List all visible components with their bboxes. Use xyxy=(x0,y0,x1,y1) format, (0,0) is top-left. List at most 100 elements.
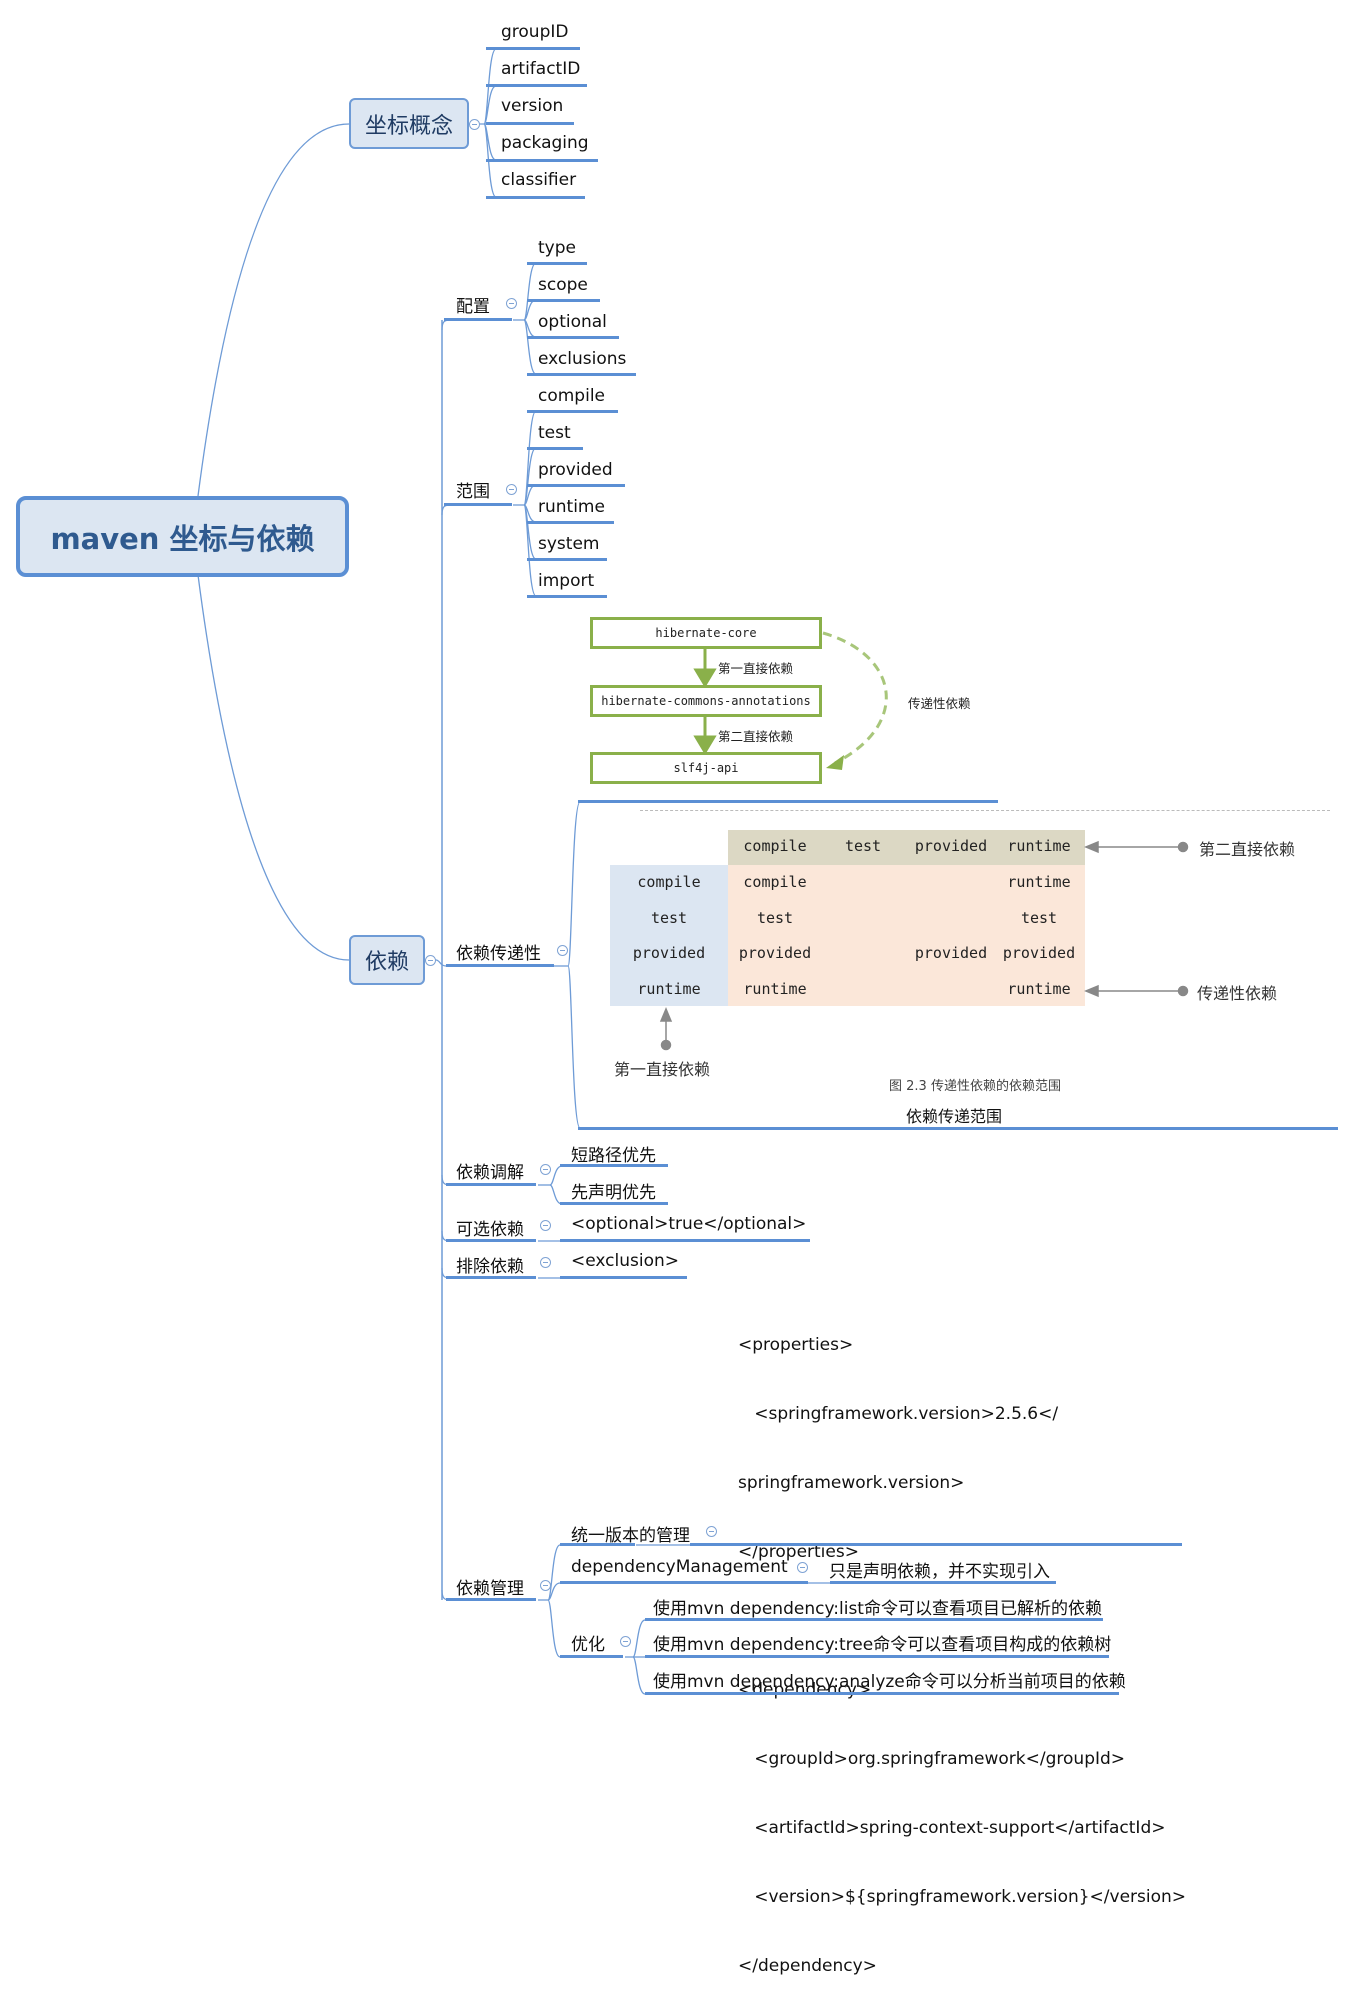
leaf-exclusions[interactable]: exclusions xyxy=(538,349,626,369)
arrowhead-icon xyxy=(693,735,717,755)
collapse-icon[interactable] xyxy=(540,1164,551,1175)
label-transitive: 传递性依赖 xyxy=(908,696,971,711)
leaf-dependency-management[interactable]: dependencyManagement xyxy=(571,1557,788,1577)
leaf-test[interactable]: test xyxy=(538,423,571,443)
underline xyxy=(527,595,607,598)
collapse-icon[interactable] xyxy=(506,484,517,495)
leaf-system[interactable]: system xyxy=(538,534,599,554)
leaf-exclusion-tag[interactable]: <exclusion> xyxy=(571,1251,679,1271)
underline xyxy=(560,1239,810,1242)
underline xyxy=(578,800,998,803)
leaf-groupid[interactable]: groupID xyxy=(501,22,568,42)
underline xyxy=(645,1618,1103,1621)
underline xyxy=(560,1581,808,1584)
underline xyxy=(486,84,587,87)
underline xyxy=(560,1655,623,1658)
arrow-transitive xyxy=(822,631,888,765)
arrowhead-icon xyxy=(826,755,844,770)
transitivity-caption: 依赖传递范围 xyxy=(906,1107,1003,1126)
underline xyxy=(645,1692,1119,1695)
underline xyxy=(527,410,618,413)
leaf-mvn-analyze[interactable]: 使用mvn dependency:analyze命令可以分析当前项目的依赖 xyxy=(653,1667,1126,1692)
subtopic-optional[interactable]: 可选依赖 xyxy=(456,1215,524,1240)
collapse-icon[interactable] xyxy=(540,1257,551,1268)
leaf-provided[interactable]: provided xyxy=(538,460,613,480)
underline xyxy=(527,336,619,339)
leaf-compile[interactable]: compile xyxy=(538,386,605,406)
subtopic-optimize[interactable]: 优化 xyxy=(571,1630,605,1655)
dot-icon xyxy=(1177,985,1189,997)
topic-dependency-label: 依赖 xyxy=(364,950,409,975)
collapse-icon[interactable] xyxy=(540,1220,551,1231)
underline xyxy=(830,1581,1056,1584)
topic-dependency[interactable]: 依赖 xyxy=(349,935,425,985)
arrowhead-icon xyxy=(693,668,717,688)
underline xyxy=(560,1276,687,1279)
underline xyxy=(560,1202,668,1205)
leaf-classifier[interactable]: classifier xyxy=(501,170,576,190)
subtopic-mediation[interactable]: 依赖调解 xyxy=(456,1158,524,1183)
label-first-direct: 第一直接依赖 xyxy=(718,661,794,676)
topic-coordinates[interactable]: 坐标概念 xyxy=(349,98,469,149)
arrowhead-icon xyxy=(659,1007,673,1022)
collapse-icon[interactable] xyxy=(620,1636,631,1647)
leaf-mvn-list[interactable]: 使用mvn dependency:list命令可以查看项目已解析的依赖 xyxy=(653,1594,1102,1619)
underline xyxy=(446,1183,536,1186)
underline xyxy=(527,558,607,561)
underline xyxy=(560,1164,668,1167)
subtopic-scope[interactable]: 范围 xyxy=(456,477,490,502)
leaf-import[interactable]: import xyxy=(538,571,594,591)
underline xyxy=(486,122,574,125)
underline xyxy=(486,47,580,50)
table-annotation-arrows xyxy=(659,840,1189,1051)
leaf-version[interactable]: version xyxy=(501,96,563,116)
code-line: <properties> xyxy=(738,1335,854,1355)
underline xyxy=(645,1655,1109,1658)
annotation-first-direct: 第一直接依赖 xyxy=(614,1060,711,1079)
leaf-runtime[interactable]: runtime xyxy=(538,497,605,517)
underline xyxy=(446,1239,536,1242)
topic-coordinates-label: 坐标概念 xyxy=(364,113,453,139)
underline xyxy=(560,1543,635,1546)
collapse-icon[interactable] xyxy=(425,955,436,966)
label-second-direct: 第二直接依赖 xyxy=(718,729,794,744)
underline xyxy=(446,964,554,967)
code-line: <version>${springframework.version}</ver… xyxy=(738,1887,1187,1907)
underline xyxy=(527,447,583,450)
code-line: <groupId>org.springframework</groupId> xyxy=(738,1749,1126,1769)
leaf-dep-mgmt-note[interactable]: 只是声明依赖，并不实现引入 xyxy=(829,1557,1050,1582)
cropped-text-line xyxy=(640,810,1330,814)
leaf-mvn-tree[interactable]: 使用mvn dependency:tree命令可以查看项目构成的依赖树 xyxy=(653,1630,1111,1655)
root-topic[interactable]: maven 坐标与依赖 xyxy=(16,496,349,577)
collapse-icon[interactable] xyxy=(706,1526,717,1537)
underline xyxy=(446,1276,536,1279)
dot-icon xyxy=(1177,841,1189,853)
figure-caption: 图 2.3 传递性依赖的依赖范围 xyxy=(889,1079,1061,1094)
underline xyxy=(527,484,625,487)
underline xyxy=(486,196,585,199)
collapse-icon[interactable] xyxy=(540,1580,551,1591)
arrowhead-icon xyxy=(1084,984,1099,998)
collapse-icon[interactable] xyxy=(557,945,568,956)
subtopic-management[interactable]: 依赖管理 xyxy=(456,1574,524,1599)
leaf-packaging[interactable]: packaging xyxy=(501,133,589,153)
leaf-shortest-path[interactable]: 短路径优先 xyxy=(571,1141,656,1166)
underline xyxy=(527,299,600,302)
code-line: <springframework.version>2.5.6</ xyxy=(738,1404,1059,1424)
collapse-icon[interactable] xyxy=(797,1562,808,1573)
leaf-artifactid[interactable]: artifactID xyxy=(501,59,580,79)
collapse-icon[interactable] xyxy=(469,119,480,130)
underline xyxy=(527,521,614,524)
code-line: </dependency> xyxy=(738,1956,877,1976)
leaf-scope[interactable]: scope xyxy=(538,275,588,295)
subtopic-config[interactable]: 配置 xyxy=(456,292,490,317)
leaf-optional[interactable]: optional xyxy=(538,312,607,332)
leaf-optional-tag[interactable]: <optional>true</optional> xyxy=(571,1214,806,1234)
collapse-icon[interactable] xyxy=(506,298,517,309)
code-line: springframework.version> xyxy=(738,1473,965,1493)
leaf-first-declared[interactable]: 先声明优先 xyxy=(571,1178,656,1203)
underline xyxy=(578,1127,1338,1130)
subtopic-exclusion[interactable]: 排除依赖 xyxy=(456,1252,524,1277)
leaf-type[interactable]: type xyxy=(538,238,576,258)
subtopic-transitivity[interactable]: 依赖传递性 xyxy=(456,939,541,964)
